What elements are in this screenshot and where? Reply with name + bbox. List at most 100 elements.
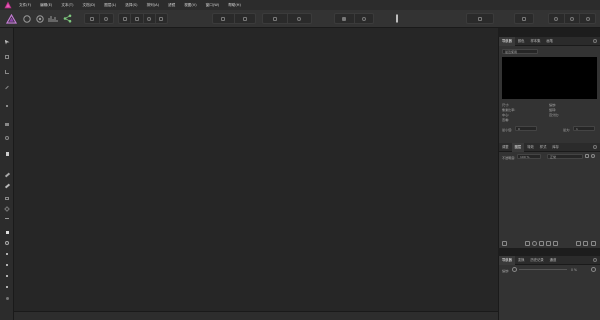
menu-help[interactable]: 帮助(H)	[228, 0, 241, 10]
persona-designer-icon[interactable]	[4, 13, 18, 24]
triangle-tool-icon[interactable]	[3, 205, 11, 213]
pen-icon[interactable]	[144, 14, 156, 23]
frame-text-tool-icon[interactable]	[3, 239, 11, 247]
zoom-slider[interactable]	[519, 269, 567, 270]
tab-transform[interactable]: 变换	[515, 256, 528, 265]
add-group-icon[interactable]	[546, 241, 551, 246]
horizontal-scrollbar[interactable]	[14, 311, 498, 320]
tab-stock[interactable]: 库存	[549, 143, 562, 152]
text-cursor-icon[interactable]	[392, 13, 402, 24]
zoom-value: 0 %	[571, 268, 577, 272]
affinity-logo-icon[interactable]	[4, 1, 12, 9]
tab-layers[interactable]: 图层	[511, 142, 525, 152]
navigator-tabs: 导航器 颜色 样本集 画笔	[499, 36, 600, 46]
table-tool-icon[interactable]	[3, 250, 11, 258]
gradient-tool-icon[interactable]	[3, 171, 11, 179]
view-alt-icon[interactable]	[100, 14, 114, 23]
gear-icon[interactable]	[591, 154, 595, 158]
menu-text[interactable]: 文本(T)	[61, 0, 73, 10]
tab-color[interactable]: 颜色	[515, 37, 528, 46]
hand-tool-icon[interactable]	[3, 283, 11, 291]
blend-mode-dropdown[interactable]: 正常	[547, 154, 583, 159]
align-layers-icon[interactable]	[576, 241, 581, 246]
add-icon[interactable]	[549, 14, 565, 23]
tab-history[interactable]: 历史记录	[527, 256, 546, 265]
mask-layer-icon[interactable]	[525, 241, 530, 246]
tab-effects[interactable]: 特效	[524, 143, 537, 152]
pencil-tool-icon[interactable]	[3, 120, 11, 128]
snapping-icon[interactable]	[263, 14, 288, 23]
menu-layer[interactable]: 图层(L)	[104, 0, 116, 10]
node-icon[interactable]	[156, 14, 167, 23]
persona-export-icon[interactable]	[34, 13, 45, 24]
pen-tool-icon[interactable]	[3, 102, 11, 110]
tab-channels[interactable]: 通道	[547, 256, 560, 265]
navigator-preset-dropdown[interactable]: 最近使用	[502, 49, 538, 54]
move-tool-icon[interactable]	[3, 38, 11, 46]
curve-icon[interactable]	[119, 14, 132, 23]
color-swatch-icon[interactable]	[3, 294, 11, 302]
add-layer-icon[interactable]	[553, 241, 558, 246]
transform-icon[interactable]	[288, 14, 312, 23]
transparency-tool-icon[interactable]	[3, 182, 11, 190]
lock-icon[interactable]	[585, 154, 589, 158]
arrange-icon[interactable]	[515, 14, 533, 23]
zoom-in-icon[interactable]	[591, 267, 596, 272]
opacity-field[interactable]: 100 %	[517, 154, 541, 159]
insert-icon[interactable]	[335, 14, 355, 23]
panel-options-icon[interactable]	[593, 39, 597, 43]
max-field[interactable]: 1	[573, 126, 595, 131]
ellipse-tool-icon[interactable]	[3, 214, 11, 222]
menu-window[interactable]: 窗口(W)	[206, 0, 220, 10]
menu-select[interactable]: 选择(S)	[125, 0, 137, 10]
adjustment-layer-icon[interactable]	[532, 241, 537, 246]
panel-options-icon[interactable]	[593, 258, 597, 262]
menu-arrange[interactable]: 排列(A)	[147, 0, 159, 10]
tab-swatches[interactable]: 样本集	[527, 37, 543, 46]
artistic-text-tool-icon[interactable]	[3, 228, 11, 236]
brush-tool-icon[interactable]	[3, 134, 11, 142]
menu-edit[interactable]: 编辑(E)	[40, 0, 52, 10]
view-icon[interactable]	[85, 14, 100, 23]
tab-navigator-2[interactable]: 导航器	[499, 255, 515, 265]
boolean-icon[interactable]	[467, 14, 493, 23]
view-label: 查看:	[502, 118, 510, 122]
grid-icon[interactable]	[131, 14, 144, 23]
tab-brushes[interactable]: 画笔	[543, 37, 556, 46]
menu-document[interactable]: 文档(D)	[83, 0, 96, 10]
share-icon[interactable]	[61, 13, 73, 24]
zoom-out-icon[interactable]	[512, 267, 517, 272]
crop-tool-icon[interactable]	[3, 68, 11, 76]
trash-icon[interactable]	[591, 241, 596, 246]
subtract-icon[interactable]	[565, 14, 581, 23]
rectangle-tool-icon[interactable]	[3, 194, 11, 202]
intersect-icon[interactable]	[580, 14, 595, 23]
fill-tool-icon[interactable]	[3, 150, 11, 158]
toolbar-group-1	[84, 13, 114, 24]
layer-settings-icon[interactable]	[502, 241, 507, 246]
tab-styles[interactable]: 样式	[537, 143, 550, 152]
fx-icon[interactable]	[539, 241, 544, 246]
histogram-icon[interactable]	[47, 13, 59, 24]
navigator-preview[interactable]	[502, 57, 597, 99]
node-tool-icon[interactable]	[3, 53, 11, 61]
history-panel: 导航器 变换 历史记录 通道 缩放: 0 %	[498, 255, 600, 320]
toolbar-group-7	[514, 13, 534, 24]
align-icon[interactable]	[213, 14, 235, 23]
menu-view[interactable]: 视图(V)	[184, 0, 196, 10]
pixel-layer-icon[interactable]	[583, 241, 588, 246]
menu-filters[interactable]: 滤镜	[168, 0, 175, 10]
toolbar-group-5	[334, 13, 374, 24]
zoom-tool-icon[interactable]	[3, 272, 11, 280]
place-image-tool-icon[interactable]	[3, 261, 11, 269]
tab-adjustments[interactable]: 调整	[499, 143, 512, 152]
menu-file[interactable]: 文件(F)	[19, 0, 31, 10]
document-canvas[interactable]	[14, 28, 498, 311]
min-field[interactable]: 0	[515, 126, 537, 131]
distribute-icon[interactable]	[235, 14, 256, 23]
shape-tool-icon[interactable]	[3, 83, 11, 91]
panel-options-icon[interactable]	[593, 145, 597, 149]
mask-icon[interactable]	[355, 14, 374, 23]
tab-navigator[interactable]: 导航器	[499, 36, 515, 46]
persona-pixel-icon[interactable]	[21, 13, 32, 24]
